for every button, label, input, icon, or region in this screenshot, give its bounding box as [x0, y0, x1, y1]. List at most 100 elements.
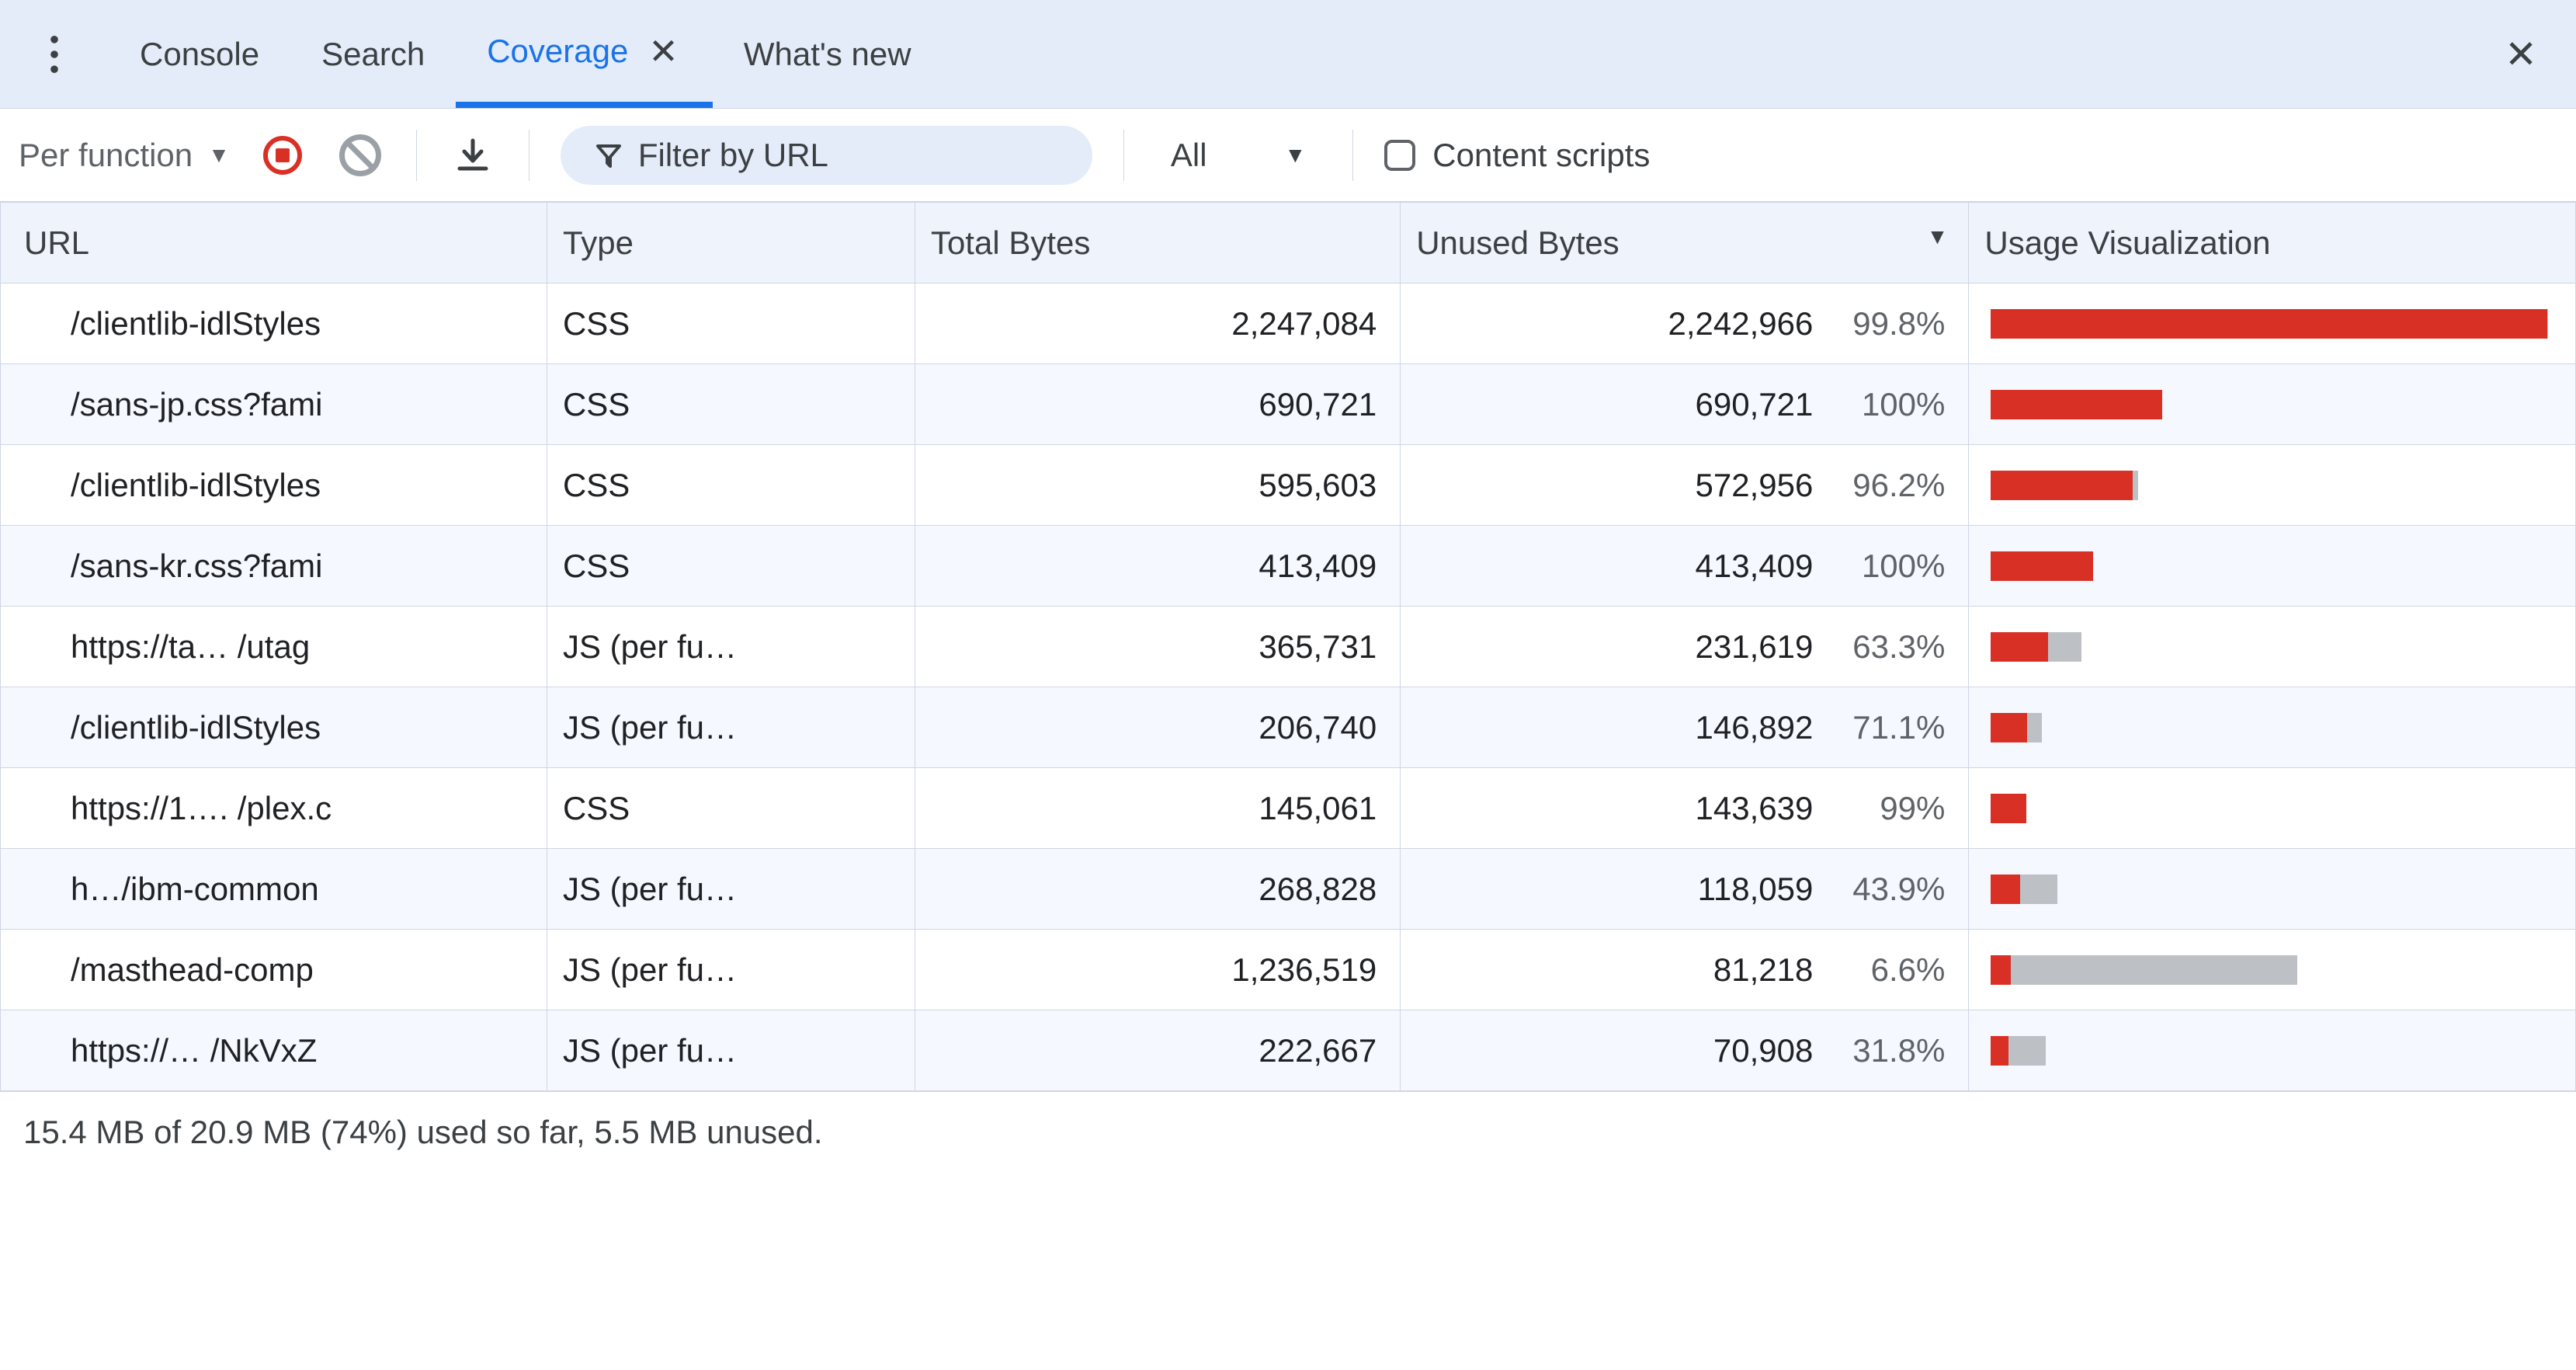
- chevron-down-icon: ▼: [208, 143, 230, 168]
- table-row[interactable]: h…/ibm-commonJS (per fu…268,828118,05943…: [1, 849, 2576, 930]
- tab-what-s-new[interactable]: What's new: [713, 0, 943, 108]
- cell-type: JS (per fu…: [547, 849, 915, 930]
- download-icon: [455, 137, 491, 173]
- tabs: Console Search Coverage ✕ What's new: [109, 0, 943, 108]
- cell-total-bytes: 690,721: [915, 364, 1400, 445]
- tab-label: What's new: [744, 36, 911, 73]
- cell-unused-bytes: 81,2186.6%: [1401, 930, 1969, 1010]
- cell-url: /sans-kr.css?fami: [1, 526, 547, 607]
- url-filter[interactable]: [561, 126, 1092, 185]
- column-header-unused[interactable]: Unused Bytes▼: [1401, 203, 1969, 283]
- tab-console[interactable]: Console: [109, 0, 290, 108]
- column-header-total[interactable]: Total Bytes: [915, 203, 1400, 283]
- usage-bar: [1991, 1036, 2046, 1066]
- table-row[interactable]: /sans-jp.css?famiCSS690,721690,721100%: [1, 364, 2576, 445]
- separator: [416, 130, 417, 181]
- cell-type: JS (per fu…: [547, 607, 915, 687]
- drawer-tabstrip: Console Search Coverage ✕ What's new ✕: [0, 0, 2576, 109]
- cell-url: /clientlib-idlStyles: [1, 445, 547, 526]
- table-row[interactable]: /sans-kr.css?famiCSS413,409413,409100%: [1, 526, 2576, 607]
- usage-bar-used: [2547, 309, 2548, 339]
- cell-total-bytes: 365,731: [915, 607, 1400, 687]
- tab-coverage[interactable]: Coverage ✕: [456, 0, 713, 108]
- column-header-viz[interactable]: Usage Visualization: [1969, 203, 2576, 283]
- usage-bar-unused: [1991, 632, 2048, 662]
- cell-unused-bytes: 118,05943.9%: [1401, 849, 1969, 930]
- cell-usage-bar: [1969, 768, 2576, 849]
- cell-usage-bar: [1969, 687, 2576, 768]
- usage-bar-unused: [1991, 875, 2020, 904]
- sort-desc-icon: ▼: [1927, 224, 1949, 249]
- more-tabs-button[interactable]: [0, 0, 109, 108]
- cell-unused-bytes: 2,242,96699.8%: [1401, 283, 1969, 364]
- cell-url: /masthead-comp: [1, 930, 547, 1010]
- cell-url: /clientlib-idlStyles: [1, 687, 547, 768]
- cell-type: JS (per fu…: [547, 687, 915, 768]
- tab-label: Coverage: [487, 33, 628, 70]
- content-scripts-label: Content scripts: [1432, 137, 1650, 174]
- table-row[interactable]: /clientlib-idlStylesCSS595,603572,95696.…: [1, 445, 2576, 526]
- granularity-select[interactable]: Per function ▼: [19, 137, 230, 174]
- table-row[interactable]: https://1…. /plex.cCSS145,061143,63999%: [1, 768, 2576, 849]
- cell-type: CSS: [547, 283, 915, 364]
- cell-unused-bytes: 70,90831.8%: [1401, 1010, 1969, 1091]
- export-button[interactable]: [448, 130, 498, 180]
- cell-type: CSS: [547, 364, 915, 445]
- usage-bar-used: [2020, 875, 2057, 904]
- cell-usage-bar: [1969, 526, 2576, 607]
- record-button[interactable]: [258, 130, 307, 180]
- table-row[interactable]: /clientlib-idlStylesCSS2,247,0842,242,96…: [1, 283, 2576, 364]
- tab-label: Search: [321, 36, 425, 73]
- cell-usage-bar: [1969, 364, 2576, 445]
- table-row[interactable]: https://… /NkVxZJS (per fu…222,66770,908…: [1, 1010, 2576, 1091]
- close-drawer-button[interactable]: ✕: [2489, 24, 2553, 85]
- content-scripts-toggle[interactable]: Content scripts: [1384, 137, 1650, 174]
- table-row[interactable]: https://ta… /utagJS (per fu…365,731231,6…: [1, 607, 2576, 687]
- cell-total-bytes: 206,740: [915, 687, 1400, 768]
- table-body: /clientlib-idlStylesCSS2,247,0842,242,96…: [1, 283, 2576, 1091]
- table-row[interactable]: /clientlib-idlStylesJS (per fu…206,74014…: [1, 687, 2576, 768]
- cell-total-bytes: 2,247,084: [915, 283, 1400, 364]
- cell-total-bytes: 222,667: [915, 1010, 1400, 1091]
- coverage-summary: 15.4 MB of 20.9 MB (74%) used so far, 5.…: [0, 1091, 2576, 1172]
- cell-type: CSS: [547, 445, 915, 526]
- cell-unused-bytes: 231,61963.3%: [1401, 607, 1969, 687]
- separator: [1123, 130, 1124, 181]
- cell-unused-bytes: 572,95696.2%: [1401, 445, 1969, 526]
- cell-url: https://… /NkVxZ: [1, 1010, 547, 1091]
- cell-total-bytes: 145,061: [915, 768, 1400, 849]
- tab-label: Console: [140, 36, 259, 73]
- type-filter-label: All: [1171, 137, 1207, 174]
- table-row[interactable]: /masthead-compJS (per fu…1,236,51981,218…: [1, 930, 2576, 1010]
- granularity-label: Per function: [19, 137, 193, 174]
- checkbox-icon: [1384, 140, 1415, 171]
- filter-icon: [595, 141, 623, 169]
- table-header-row: URL Type Total Bytes Unused Bytes▼ Usage…: [1, 203, 2576, 283]
- usage-bar: [1991, 390, 2162, 419]
- column-header-url[interactable]: URL: [1, 203, 547, 283]
- usage-bar-used: [2008, 1036, 2046, 1066]
- usage-bar: [1991, 713, 2042, 742]
- cell-total-bytes: 268,828: [915, 849, 1400, 930]
- cell-usage-bar: [1969, 1010, 2576, 1091]
- cell-total-bytes: 413,409: [915, 526, 1400, 607]
- tab-close-button[interactable]: ✕: [645, 30, 682, 72]
- usage-bar: [1991, 875, 2057, 904]
- record-icon: [263, 136, 302, 175]
- cell-type: JS (per fu…: [547, 1010, 915, 1091]
- usage-bar: [1991, 309, 2548, 339]
- cell-url: h…/ibm-common: [1, 849, 547, 930]
- usage-bar: [1991, 955, 2297, 985]
- cell-usage-bar: [1969, 607, 2576, 687]
- summary-text: 15.4 MB of 20.9 MB (74%) used so far, 5.…: [23, 1114, 823, 1151]
- cell-usage-bar: [1969, 849, 2576, 930]
- cell-type: CSS: [547, 768, 915, 849]
- column-header-type[interactable]: Type: [547, 203, 915, 283]
- usage-bar-unused: [1991, 955, 2011, 985]
- type-filter-select[interactable]: All ▼: [1155, 137, 1321, 174]
- clear-button[interactable]: [335, 130, 385, 180]
- url-filter-input[interactable]: [638, 137, 1058, 174]
- cell-url: /sans-jp.css?fami: [1, 364, 547, 445]
- usage-bar-unused: [1991, 794, 2026, 823]
- tab-search[interactable]: Search: [290, 0, 456, 108]
